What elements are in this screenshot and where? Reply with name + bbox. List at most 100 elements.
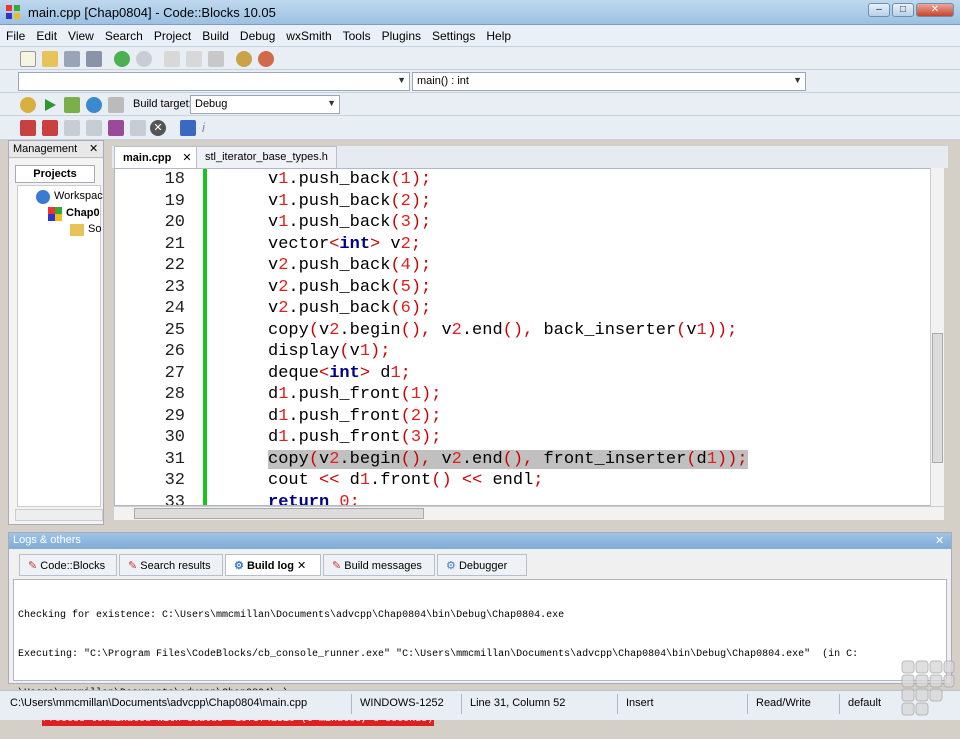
next-instruction-icon[interactable] bbox=[130, 120, 146, 136]
editor-tabs: main.cpp ✕ stl_iterator_base_types.h bbox=[112, 146, 948, 168]
tab-label: Search results bbox=[140, 560, 211, 572]
code-line[interactable]: 31 copy(v2.begin(), v2.end(), front_inser… bbox=[115, 449, 935, 472]
close-icon[interactable]: ✕ bbox=[182, 152, 191, 164]
close-button[interactable]: ✕ bbox=[916, 3, 954, 17]
tab-build-log[interactable]: ⚙ Build log ✕ bbox=[225, 554, 321, 576]
management-hscroll[interactable] bbox=[15, 509, 103, 521]
code-line[interactable]: 33 return 0; bbox=[115, 493, 935, 506]
line-number: 25 bbox=[164, 320, 185, 340]
paste-icon[interactable] bbox=[208, 51, 224, 67]
menu-help[interactable]: Help bbox=[480, 25, 516, 43]
close-icon[interactable]: ✕ bbox=[89, 142, 98, 155]
next-line-icon[interactable] bbox=[64, 120, 80, 136]
status-file-path: C:\Users\mmcmillan\Documents\advcpp\Chap… bbox=[6, 694, 352, 714]
code-line[interactable]: 29 d1.push_front(2); bbox=[115, 407, 935, 429]
menu-wxsmith[interactable]: wxSmith bbox=[280, 25, 336, 43]
save-all-icon[interactable] bbox=[86, 51, 102, 67]
debug-start-icon[interactable] bbox=[20, 120, 36, 136]
tab-label: main.cpp bbox=[123, 152, 172, 164]
tree-item-sources[interactable]: So bbox=[88, 223, 101, 235]
menu-debug[interactable]: Debug bbox=[234, 25, 280, 43]
code-line[interactable]: 22 v2.push_back(4); bbox=[115, 256, 935, 278]
editor-vertical-scrollbar[interactable] bbox=[930, 168, 944, 506]
abort-icon[interactable] bbox=[108, 97, 124, 113]
build-and-run-icon[interactable] bbox=[64, 97, 80, 113]
menu-view[interactable]: View bbox=[62, 25, 99, 43]
undo-icon[interactable] bbox=[114, 51, 130, 67]
hscroll-thumb[interactable] bbox=[134, 508, 424, 519]
tree-item-workspace[interactable]: Workspac bbox=[54, 190, 103, 202]
note-icon: ✎ bbox=[128, 560, 138, 572]
tab-debugger[interactable]: ⚙ Debugger bbox=[437, 554, 527, 576]
code-line[interactable]: 24 v2.push_back(6); bbox=[115, 299, 935, 321]
vscroll-thumb[interactable] bbox=[932, 333, 943, 463]
note-icon: ✎ bbox=[332, 560, 342, 572]
code-line[interactable]: 26 display(v1); bbox=[115, 342, 935, 364]
menu-build[interactable]: Build bbox=[196, 25, 234, 43]
function-combo[interactable]: main() : int ▼ bbox=[412, 72, 806, 91]
line-number: 28 bbox=[164, 385, 185, 404]
tab-build-messages[interactable]: ✎ Build messages bbox=[323, 554, 435, 576]
menu-project[interactable]: Project bbox=[148, 25, 196, 43]
line-number: 32 bbox=[164, 471, 185, 490]
close-icon[interactable]: ✕ bbox=[935, 534, 944, 547]
tab-projects[interactable]: Projects bbox=[15, 165, 95, 183]
save-icon[interactable] bbox=[64, 51, 80, 67]
code-line[interactable]: 28 d1.push_front(1); bbox=[115, 385, 935, 407]
log-line: Executing: "C:\Program Files\CodeBlocks/… bbox=[18, 649, 859, 660]
code-line[interactable]: 23 v2.push_back(5); bbox=[115, 278, 935, 300]
code-line[interactable]: 27 deque<int> d1; bbox=[115, 364, 935, 386]
code-text: copy(v2.begin(), v2.end(), back_inserter… bbox=[268, 320, 738, 340]
replace-icon[interactable] bbox=[258, 51, 274, 67]
code-line[interactable]: 20 v1.push_back(3); bbox=[115, 213, 935, 235]
line-number: 24 bbox=[164, 299, 185, 318]
open-folder-icon[interactable] bbox=[42, 51, 58, 67]
step-out-icon[interactable] bbox=[108, 120, 124, 136]
build-gear-icon[interactable] bbox=[20, 97, 36, 113]
title-bar: main.cpp [Chap0804] - Code::Blocks 10.05… bbox=[0, 0, 960, 25]
new-file-icon[interactable] bbox=[20, 51, 36, 67]
menu-settings[interactable]: Settings bbox=[426, 25, 480, 43]
minimize-button[interactable]: – bbox=[868, 3, 890, 17]
step-into-icon[interactable] bbox=[86, 120, 102, 136]
code-text: v1.push_back(1); bbox=[268, 170, 432, 189]
editor-horizontal-scrollbar[interactable] bbox=[114, 506, 944, 520]
debug-windows-icon[interactable] bbox=[180, 120, 196, 136]
code-line[interactable]: 32 cout << d1.front() << endl; bbox=[115, 471, 935, 493]
code-line[interactable]: 25 copy(v2.begin(), v2.end(), back_insert… bbox=[115, 321, 935, 343]
code-line[interactable]: 21 vector<int> v2; bbox=[115, 235, 935, 257]
menu-search[interactable]: Search bbox=[99, 25, 148, 43]
copy-icon[interactable] bbox=[186, 51, 202, 67]
code-text: d1.push_front(2); bbox=[268, 406, 442, 426]
run-to-cursor-icon[interactable] bbox=[42, 120, 58, 136]
line-number: 30 bbox=[164, 428, 185, 447]
info-icon[interactable]: i bbox=[202, 120, 218, 136]
code-text: d1.push_front(3); bbox=[268, 428, 442, 447]
stop-debugger-icon[interactable]: ✕ bbox=[150, 120, 166, 136]
tab-main-cpp[interactable]: main.cpp ✕ bbox=[114, 146, 201, 168]
menu-edit[interactable]: Edit bbox=[30, 25, 62, 43]
code-completion-toolbar: ▼ main() : int ▼ bbox=[0, 70, 960, 93]
tab-stl-iterator[interactable]: stl_iterator_base_types.h bbox=[196, 146, 337, 168]
tab-label: Code::Blocks bbox=[40, 560, 106, 572]
code-line[interactable]: 30 d1.push_front(3); bbox=[115, 428, 935, 450]
tab-codeblocks-log[interactable]: ✎ Code::Blocks bbox=[19, 554, 117, 576]
code-editor[interactable]: 18 v1.push_back(1); 19 v1.push_back(2); 20 v1… bbox=[114, 168, 944, 506]
find-icon[interactable] bbox=[236, 51, 252, 67]
close-icon[interactable]: ✕ bbox=[297, 560, 306, 572]
maximize-button[interactable]: □ bbox=[892, 3, 914, 17]
menu-file[interactable]: File bbox=[0, 25, 30, 43]
menu-tools[interactable]: Tools bbox=[337, 25, 376, 43]
redo-icon[interactable] bbox=[136, 51, 152, 67]
scope-combo[interactable]: ▼ bbox=[18, 72, 410, 91]
rebuild-icon[interactable] bbox=[86, 97, 102, 113]
menu-plugins[interactable]: Plugins bbox=[376, 25, 426, 43]
code-line[interactable]: 19 v1.push_back(2); bbox=[115, 192, 935, 214]
build-target-label: Build target: bbox=[133, 98, 192, 110]
tab-search-results[interactable]: ✎ Search results bbox=[119, 554, 223, 576]
cut-icon[interactable] bbox=[164, 51, 180, 67]
run-icon[interactable] bbox=[42, 97, 58, 113]
build-target-combo[interactable]: Debug ▼ bbox=[190, 95, 340, 114]
code-line[interactable]: 18 v1.push_back(1); bbox=[115, 170, 935, 192]
tree-item-project[interactable]: Chap0 bbox=[66, 207, 100, 219]
